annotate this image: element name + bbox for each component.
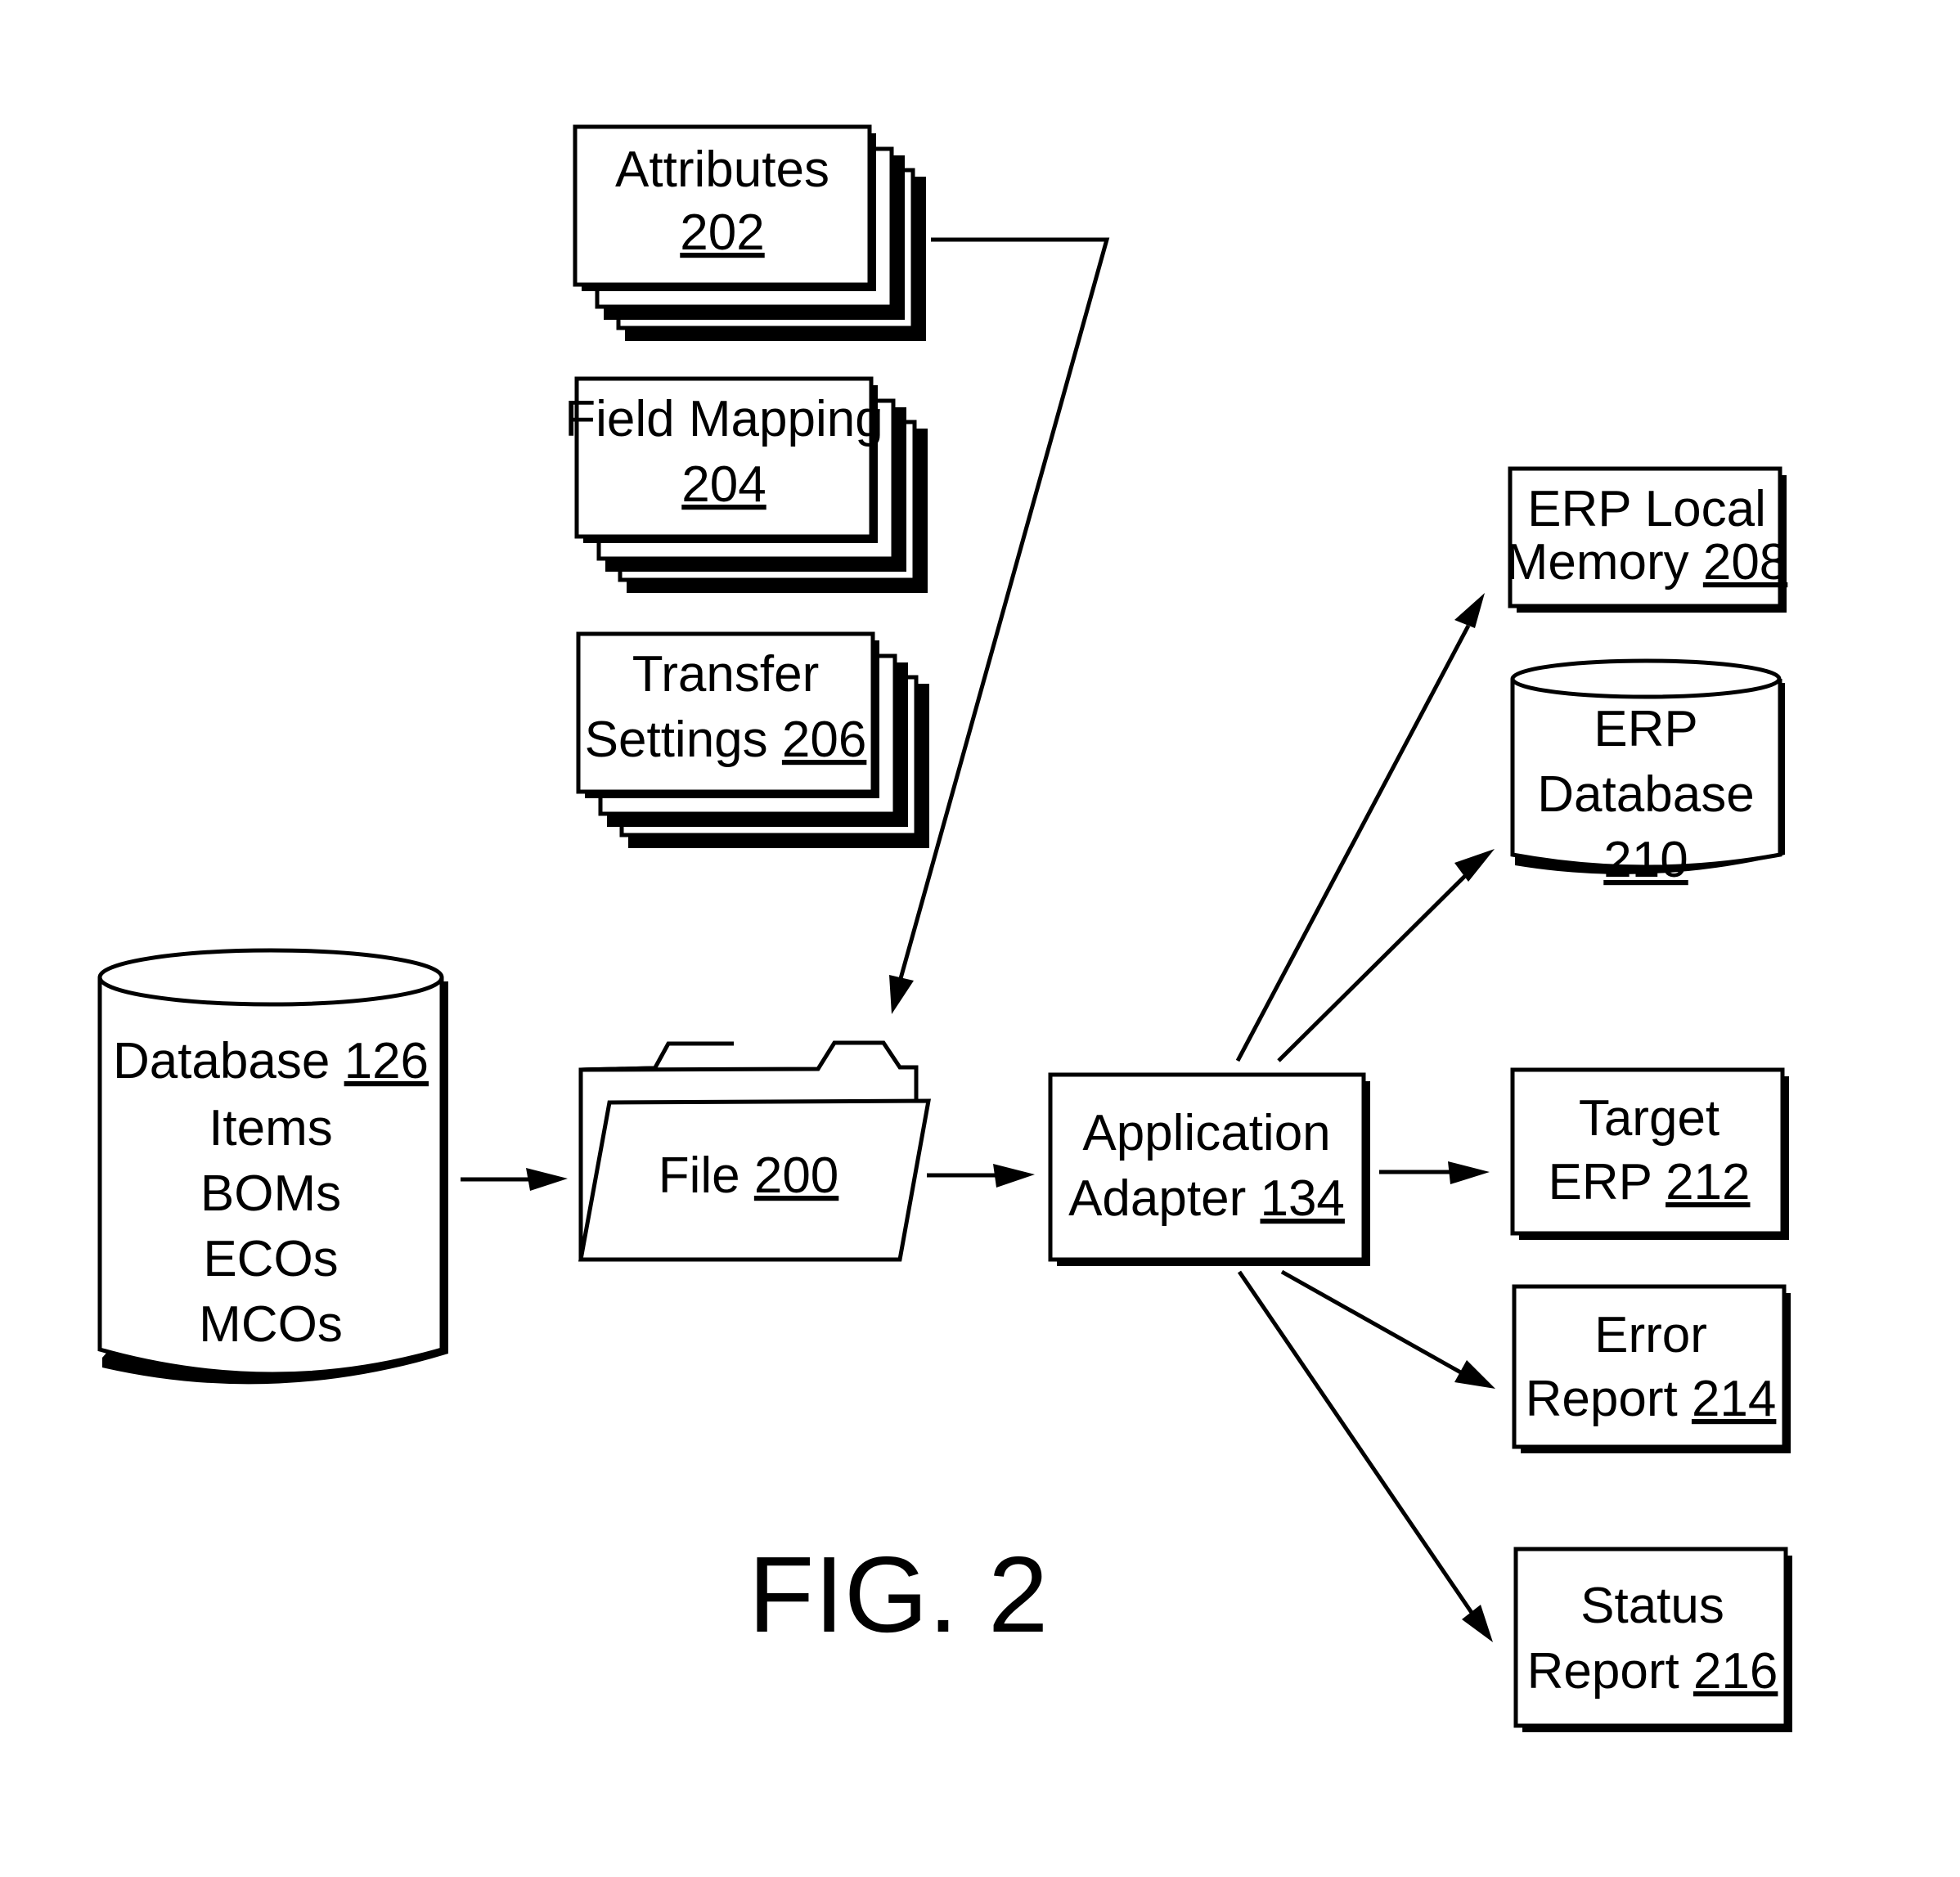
label-text: Status bbox=[1580, 1578, 1724, 1634]
edge-database-to-file bbox=[461, 1168, 568, 1191]
reference-number: 134 bbox=[1260, 1170, 1344, 1227]
node-label: 202 bbox=[680, 204, 764, 261]
label-text: ERP Local bbox=[1527, 481, 1766, 537]
edge-adapter-to-erp-database bbox=[1277, 849, 1495, 1062]
label-text: Settings bbox=[585, 712, 782, 768]
node-label: Field Mapping bbox=[564, 391, 883, 447]
node-label: Settings 206 bbox=[585, 712, 867, 768]
node-file: File 200 bbox=[578, 1040, 931, 1262]
label-text: Database bbox=[113, 1033, 344, 1089]
reference-number: 202 bbox=[680, 204, 764, 261]
node-erp-local-memory: ERP Local Memory 208 bbox=[1506, 466, 1788, 613]
node-label: 204 bbox=[681, 456, 766, 513]
node-erp-database: ERP Database 210 bbox=[1510, 658, 1785, 888]
edge-adapter-to-target-erp bbox=[1379, 1161, 1490, 1184]
node-target-erp: Target ERP 212 bbox=[1510, 1067, 1789, 1240]
arrowhead-icon bbox=[526, 1168, 568, 1191]
label-text: ERP bbox=[1548, 1154, 1666, 1210]
node-database: Database 126 Items BOMs ECOs MCOs bbox=[97, 948, 448, 1385]
label-text: File bbox=[659, 1147, 754, 1204]
reference-number: 214 bbox=[1692, 1371, 1776, 1427]
label-text: Adapter bbox=[1068, 1170, 1260, 1227]
arrowhead-icon bbox=[1448, 1161, 1490, 1184]
reference-number: 200 bbox=[754, 1147, 838, 1204]
arrowhead-icon bbox=[1454, 593, 1485, 628]
arrowhead-icon bbox=[1462, 1605, 1493, 1642]
figure-caption: FIG. 2 bbox=[748, 1534, 1049, 1655]
label-text: Error bbox=[1594, 1307, 1707, 1363]
node-label: Adapter 134 bbox=[1068, 1170, 1345, 1227]
node-field-mapping: Field Mapping 204 bbox=[564, 376, 928, 593]
edge-adapter-to-erp-local-memory bbox=[1235, 593, 1485, 1062]
node-transfer-settings: Transfer Settings 206 bbox=[576, 631, 929, 848]
edge-file-to-adapter bbox=[927, 1164, 1035, 1188]
node-label: BOMs bbox=[200, 1165, 341, 1222]
label-text: ECOs bbox=[203, 1231, 338, 1287]
label-text: ERP bbox=[1594, 701, 1697, 757]
label-text: Transfer bbox=[632, 646, 820, 703]
node-label: MCOs bbox=[199, 1296, 343, 1353]
label-text: MCOs bbox=[199, 1296, 343, 1353]
node-label: Status bbox=[1580, 1578, 1724, 1634]
node-label: Report 216 bbox=[1527, 1643, 1778, 1700]
node-label: Report 214 bbox=[1526, 1371, 1777, 1427]
node-label: Database 126 bbox=[113, 1033, 429, 1089]
node-status-report: Status Report 216 bbox=[1513, 1547, 1792, 1732]
node-label: ECOs bbox=[203, 1231, 338, 1287]
label-text: Field Mapping bbox=[564, 391, 883, 447]
reference-number: 206 bbox=[782, 712, 866, 768]
edge-attributes-to-file bbox=[889, 237, 1110, 1014]
node-label: File 200 bbox=[659, 1147, 839, 1204]
arrowhead-icon bbox=[889, 975, 914, 1014]
node-adapter: Application Adapter 134 bbox=[1048, 1072, 1370, 1266]
reference-number: 126 bbox=[344, 1033, 429, 1089]
node-label: Attributes bbox=[615, 141, 829, 198]
arrowhead-icon bbox=[1454, 1360, 1495, 1389]
edge-adapter-to-status-report bbox=[1237, 1270, 1493, 1642]
node-error-report: Error Report 214 bbox=[1512, 1284, 1791, 1453]
reference-number: 210 bbox=[1603, 832, 1688, 888]
label-text: Application bbox=[1082, 1105, 1330, 1161]
node-label: ERP Local bbox=[1527, 481, 1766, 537]
label-text: Memory bbox=[1506, 534, 1703, 590]
node-label: Database bbox=[1537, 766, 1754, 823]
node-label: Error bbox=[1594, 1307, 1707, 1363]
arrowhead-icon bbox=[993, 1164, 1035, 1188]
arrowhead-icon bbox=[1454, 849, 1495, 882]
node-label: Target bbox=[1579, 1090, 1719, 1147]
label-text: Attributes bbox=[615, 141, 829, 198]
label-text: Items bbox=[209, 1100, 333, 1156]
reference-number: 212 bbox=[1666, 1154, 1750, 1210]
node-label: Transfer bbox=[632, 646, 820, 703]
label-text: Target bbox=[1579, 1090, 1719, 1147]
reference-number: 208 bbox=[1703, 534, 1787, 590]
label-text: Database bbox=[1537, 766, 1754, 823]
node-label: Memory 208 bbox=[1506, 534, 1788, 590]
fig2-diagram: Attributes 202 Field Mapping 204 Transfe… bbox=[97, 124, 1792, 1732]
node-label: 210 bbox=[1603, 832, 1688, 888]
node-label: Items bbox=[209, 1100, 333, 1156]
node-label: ERP 212 bbox=[1548, 1154, 1750, 1210]
edge-adapter-to-error-report bbox=[1280, 1269, 1495, 1389]
reference-number: 204 bbox=[681, 456, 766, 513]
label-text: BOMs bbox=[200, 1165, 341, 1222]
reference-number: 216 bbox=[1693, 1643, 1778, 1700]
node-label: ERP bbox=[1594, 701, 1697, 757]
node-label: Application bbox=[1082, 1105, 1330, 1161]
label-text: Report bbox=[1527, 1643, 1693, 1700]
label-text: Report bbox=[1526, 1371, 1692, 1427]
node-attributes: Attributes 202 bbox=[573, 124, 926, 341]
